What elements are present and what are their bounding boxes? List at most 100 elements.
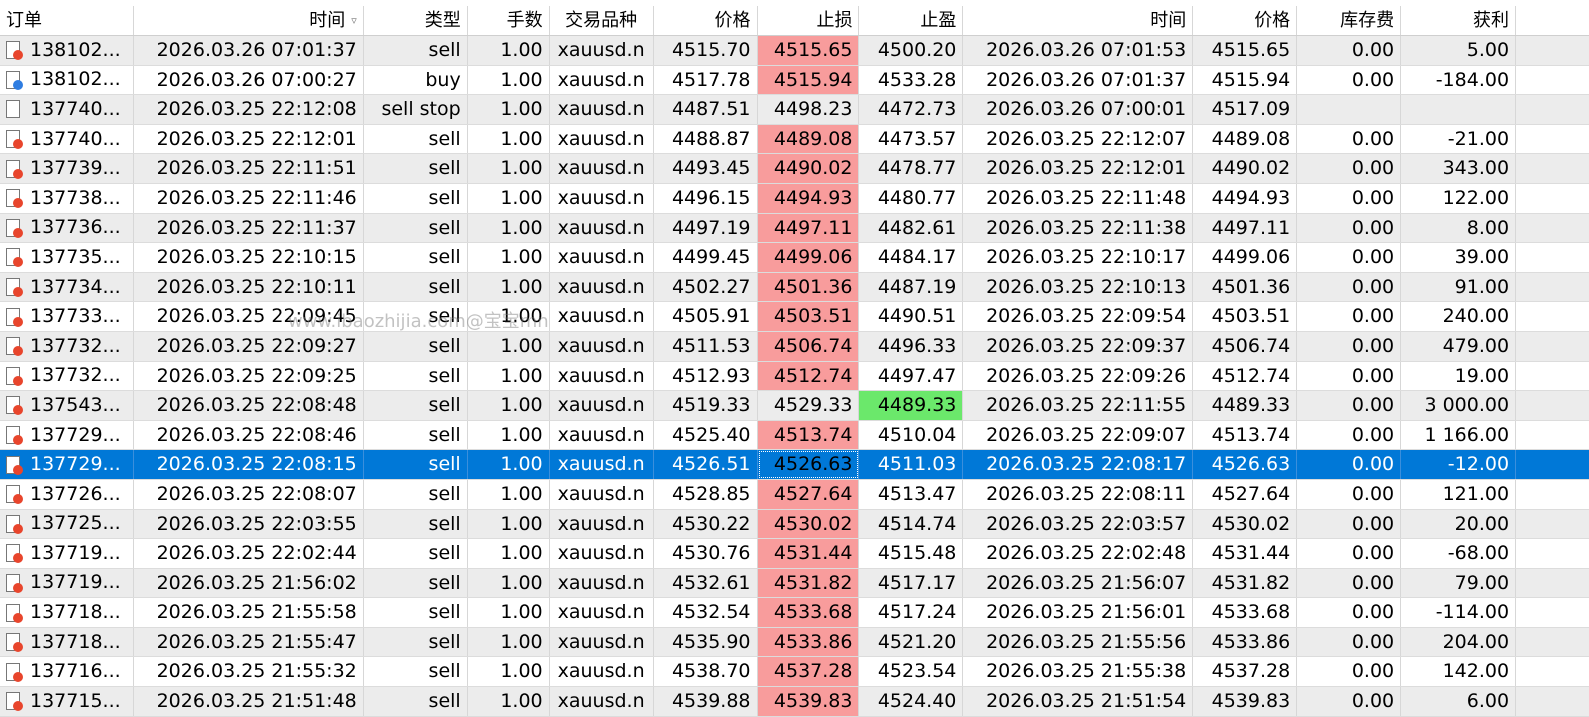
- filler-cell: [1516, 154, 1589, 183]
- close-time-cell: 2026.03.25 21:55:56: [963, 627, 1194, 657]
- col-header-close-time[interactable]: 时间: [963, 6, 1194, 35]
- order-cell: 137736...: [0, 213, 134, 243]
- col-header-swap[interactable]: 库存费: [1297, 6, 1402, 35]
- profit-cell: 8.00: [1401, 213, 1517, 243]
- order-cell: 137719...: [0, 539, 134, 568]
- table-row[interactable]: 137718... 2026.03.25 21:55:58 sell 1.00 xauu…: [0, 598, 1589, 628]
- type-cell: sell: [364, 331, 468, 361]
- open-time-cell: 2026.03.25 22:09:27: [134, 331, 364, 361]
- close-price-cell: 4494.93: [1193, 183, 1298, 213]
- col-header-profit[interactable]: 获利: [1401, 6, 1517, 35]
- filler-cell: [1516, 214, 1589, 243]
- order-id: 137738...: [30, 186, 121, 209]
- price-cell: 4539.88: [654, 687, 758, 716]
- order-cell: 137719...: [0, 568, 134, 598]
- sell-order-icon: [6, 366, 23, 386]
- table-row[interactable]: 137718... 2026.03.25 21:55:47 sell 1.00 xauu…: [0, 627, 1589, 658]
- profit-cell: 6.00: [1401, 687, 1517, 716]
- table-row[interactable]: 137738... 2026.03.25 22:11:46 sell 1.00 xauu…: [0, 183, 1589, 214]
- table-row[interactable]: 138102... 2026.03.26 07:01:37 sell 1.00 xauu…: [0, 36, 1589, 66]
- table-row[interactable]: 137735... 2026.03.25 22:10:15 sell 1.00 xauu…: [0, 243, 1589, 273]
- profit-cell: -12.00: [1401, 450, 1517, 479]
- col-header-sl[interactable]: 止损: [758, 6, 860, 35]
- close-time-cell: 2026.03.25 22:12:01: [963, 154, 1194, 183]
- profit-cell: 122.00: [1401, 183, 1517, 213]
- table-row[interactable]: 137733... 2026.03.25 22:09:45 sell 1.00 xauu…: [0, 302, 1589, 332]
- col-header-close-price[interactable]: 价格: [1193, 6, 1298, 35]
- table-row[interactable]: 137732... 2026.03.25 22:09:27 sell 1.00 xauu…: [0, 331, 1589, 362]
- price-cell: 4515.70: [654, 36, 758, 65]
- table-row[interactable]: 137543... 2026.03.25 22:08:48 sell 1.00 xauu…: [0, 391, 1589, 421]
- col-header-open-time[interactable]: 时间 ▿: [134, 6, 364, 35]
- order-cell: 137718...: [0, 627, 134, 657]
- close-time-cell: 2026.03.25 21:56:07: [963, 568, 1194, 598]
- col-header-tp[interactable]: 止盈: [859, 6, 964, 35]
- table-row[interactable]: 137719... 2026.03.25 21:56:02 sell 1.00 xauu…: [0, 568, 1589, 599]
- tp-cell: 4489.33: [859, 391, 964, 420]
- price-cell: 4511.53: [654, 331, 758, 361]
- table-header: 订单 时间 ▿ 类型 手数 交易品种 价格 止损 止盈 时间 价格 库存费 获利: [0, 6, 1589, 36]
- table-row[interactable]: 137739... 2026.03.25 22:11:51 sell 1.00 xauu…: [0, 154, 1589, 184]
- col-header-price[interactable]: 价格: [654, 6, 758, 35]
- sell-order-icon: [6, 277, 23, 298]
- open-time-cell: 2026.03.25 21:55:32: [134, 657, 364, 687]
- table-row[interactable]: 137736... 2026.03.25 22:11:37 sell 1.00 xauu…: [0, 213, 1589, 244]
- order-cell: 137735...: [0, 243, 134, 272]
- filler-cell: [1516, 95, 1589, 124]
- filler-cell: [1516, 184, 1589, 213]
- sl-cell: 4537.28: [757, 657, 860, 687]
- table-row[interactable]: 137716... 2026.03.25 21:55:32 sell 1.00 xauu…: [0, 657, 1589, 688]
- symbol-cell: xauusd.n: [550, 420, 654, 450]
- symbol-cell: xauusd.n: [550, 243, 654, 272]
- table-row[interactable]: 137729... 2026.03.25 22:08:46 sell 1.00 xauu…: [0, 420, 1589, 451]
- table-row[interactable]: 137726... 2026.03.25 22:08:07 sell 1.00 xauu…: [0, 479, 1589, 510]
- tp-cell: 4513.47: [859, 479, 964, 509]
- filler-cell: [1516, 510, 1589, 539]
- table-row[interactable]: 137740... 2026.03.25 22:12:08 sell stop 1.0…: [0, 95, 1589, 125]
- open-time-cell: 2026.03.25 22:08:46: [134, 420, 364, 450]
- order-id: 138102...: [30, 38, 121, 61]
- tp-cell: 4514.74: [859, 509, 964, 539]
- type-cell: sell: [364, 627, 468, 657]
- open-time-cell: 2026.03.25 22:03:55: [134, 509, 364, 539]
- lots-cell: 1.00: [468, 361, 550, 391]
- close-time-cell: 2026.03.25 22:09:07: [963, 420, 1194, 450]
- lots-cell: 1.00: [468, 657, 550, 687]
- swap-cell: 0.00: [1297, 65, 1402, 95]
- table-row[interactable]: 137740... 2026.03.25 22:12:01 sell 1.00 xauu…: [0, 124, 1589, 155]
- order-cell: 137729...: [0, 450, 134, 479]
- table-row[interactable]: 137732... 2026.03.25 22:09:25 sell 1.00 xauu…: [0, 361, 1589, 392]
- table-row[interactable]: 138102... 2026.03.26 07:00:27 buy 1.00 xauus…: [0, 65, 1589, 96]
- close-time-cell: 2026.03.25 22:09:54: [963, 302, 1194, 331]
- col-header-symbol[interactable]: 交易品种: [550, 6, 654, 35]
- sell-order-icon: [6, 307, 23, 327]
- sl-cell: 4490.02: [757, 154, 860, 183]
- type-cell: sell: [364, 539, 468, 568]
- lots-cell: 1.00: [468, 154, 550, 183]
- profit-cell: 343.00: [1401, 154, 1517, 183]
- close-price-cell: 4527.64: [1193, 479, 1298, 509]
- filler-cell: [1516, 243, 1589, 272]
- tp-cell: 4521.20: [859, 627, 964, 657]
- profit-cell: 204.00: [1401, 627, 1517, 657]
- lots-cell: 1.00: [468, 213, 550, 243]
- type-cell: sell: [364, 243, 468, 272]
- order-id: 137718...: [30, 630, 121, 653]
- col-header-lots[interactable]: 手数: [468, 6, 550, 35]
- table-row[interactable]: 137715... 2026.03.25 21:51:48 sell 1.00 xauu…: [0, 687, 1589, 717]
- price-cell: 4530.76: [654, 539, 758, 568]
- price-cell: 4526.51: [654, 450, 758, 479]
- table-row[interactable]: 137734... 2026.03.25 22:10:11 sell 1.00 xauu…: [0, 272, 1589, 303]
- price-cell: 4532.61: [654, 568, 758, 598]
- col-header-order[interactable]: 订单: [0, 6, 134, 35]
- sl-cell: 4531.82: [757, 568, 860, 598]
- type-cell: sell: [364, 183, 468, 213]
- table-row[interactable]: 137729... 2026.03.25 22:08:15 sell 1.00 xauu…: [0, 450, 1589, 480]
- price-cell: 4530.22: [654, 509, 758, 539]
- order-id: 137739...: [30, 157, 121, 180]
- profit-cell: 5.00: [1401, 36, 1517, 65]
- order-id: 137736...: [30, 216, 121, 239]
- table-row[interactable]: 137719... 2026.03.25 22:02:44 sell 1.00 xauu…: [0, 539, 1589, 569]
- table-row[interactable]: 137725... 2026.03.25 22:03:55 sell 1.00 xauu…: [0, 509, 1589, 540]
- col-header-type[interactable]: 类型: [364, 6, 468, 35]
